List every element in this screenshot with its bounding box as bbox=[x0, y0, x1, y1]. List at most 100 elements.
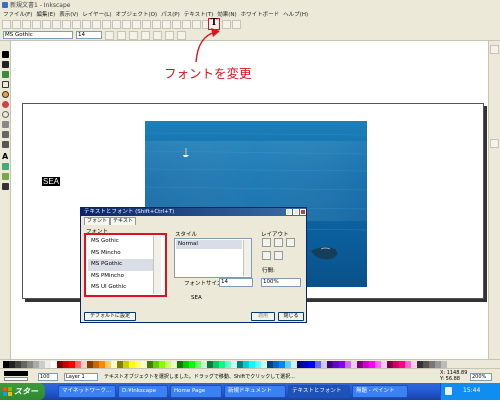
snap-controls-bar bbox=[488, 41, 500, 359]
taskbar-button[interactable]: D:¥Inkscape bbox=[118, 385, 168, 398]
dropper-tool-icon[interactable] bbox=[2, 183, 9, 190]
zoom-tool-icon[interactable] bbox=[2, 71, 9, 78]
align-center-icon[interactable] bbox=[274, 238, 283, 247]
zoom-page-icon[interactable] bbox=[132, 19, 141, 29]
bold-icon[interactable] bbox=[141, 30, 150, 40]
menu-text[interactable]: テキスト(T) bbox=[184, 10, 214, 18]
line-spacing-select[interactable]: 100% bbox=[261, 278, 301, 287]
taskbar-button-active[interactable]: テキストとフォント bbox=[288, 385, 350, 398]
font-size-combo[interactable]: 14 bbox=[76, 31, 102, 39]
cut-icon[interactable] bbox=[92, 19, 101, 29]
menu-object[interactable]: オブジェクト(O) bbox=[116, 10, 158, 18]
text-tool-icon[interactable]: A bbox=[2, 153, 9, 161]
scrollbar-thumb[interactable] bbox=[490, 139, 499, 148]
star-tool-icon[interactable] bbox=[2, 101, 9, 108]
font-item[interactable]: MS Gothic bbox=[88, 236, 154, 248]
print-icon[interactable] bbox=[32, 19, 41, 29]
start-button[interactable]: スタート bbox=[0, 383, 45, 413]
italic-icon[interactable] bbox=[153, 30, 162, 40]
font-item[interactable]: MS Mincho bbox=[88, 248, 154, 260]
redo-icon[interactable] bbox=[72, 19, 81, 29]
paste-icon[interactable] bbox=[102, 19, 111, 29]
menu-effects[interactable]: 効果(N) bbox=[217, 10, 236, 18]
close-icon[interactable] bbox=[300, 209, 306, 215]
zoom-field[interactable]: 200% bbox=[470, 373, 492, 381]
layer-select[interactable]: Layer 1 bbox=[64, 373, 98, 381]
tab-font[interactable]: フォント bbox=[84, 217, 111, 225]
menu-file[interactable]: ファイル(F) bbox=[3, 10, 32, 18]
font-family-combo[interactable]: MS Gothic bbox=[3, 31, 73, 39]
menu-view[interactable]: 表示(V) bbox=[59, 10, 78, 18]
start-label: スタート bbox=[14, 387, 38, 413]
taskbar-button[interactable]: マイネットワーク... bbox=[58, 385, 116, 398]
preferences-icon[interactable] bbox=[232, 20, 241, 29]
align-center-icon[interactable] bbox=[117, 30, 126, 40]
save-icon[interactable] bbox=[22, 19, 31, 29]
duplicate-icon[interactable] bbox=[142, 19, 151, 29]
clone-icon[interactable] bbox=[152, 19, 161, 29]
undo-icon[interactable] bbox=[62, 19, 71, 29]
zoom-drawing-icon[interactable] bbox=[122, 19, 131, 29]
spiral-tool-icon[interactable] bbox=[2, 111, 9, 118]
stroke-indicator[interactable] bbox=[4, 377, 28, 381]
export-icon[interactable] bbox=[52, 19, 61, 29]
align-right-icon[interactable] bbox=[286, 238, 295, 247]
opacity-field[interactable]: 100 bbox=[38, 373, 58, 381]
maximize-icon[interactable] bbox=[293, 209, 299, 215]
unlink-clone-icon[interactable] bbox=[162, 19, 171, 29]
horizontal-text-icon[interactable] bbox=[262, 251, 271, 260]
fill-indicator[interactable] bbox=[4, 371, 28, 376]
taskbar-button[interactable]: 無題 - ペイント bbox=[352, 385, 408, 398]
annotation-label: フォントを変更 bbox=[164, 66, 252, 81]
horizontal-text-icon[interactable] bbox=[165, 30, 174, 40]
menu-path[interactable]: パス(P) bbox=[161, 10, 180, 18]
font-item[interactable]: MS UI Gothic bbox=[88, 282, 154, 294]
apply-button[interactable]: 適用 bbox=[251, 312, 275, 321]
calligraphy-tool-icon[interactable] bbox=[2, 141, 9, 148]
style-list[interactable]: Normal bbox=[174, 238, 252, 278]
rect-tool-icon[interactable] bbox=[2, 81, 9, 88]
font-size-select[interactable]: 14 bbox=[219, 278, 253, 287]
tab-text[interactable]: テキスト bbox=[110, 217, 136, 225]
volume-icon[interactable] bbox=[445, 387, 452, 395]
group-icon[interactable] bbox=[172, 19, 181, 29]
close-button[interactable]: 閉じる bbox=[278, 312, 304, 321]
minimize-icon[interactable] bbox=[286, 209, 292, 215]
menu-help[interactable]: ヘルプ(H) bbox=[283, 10, 308, 18]
pen-tool-icon[interactable] bbox=[2, 131, 9, 138]
node-tool-icon[interactable] bbox=[2, 61, 9, 68]
new-doc-icon[interactable] bbox=[2, 19, 11, 29]
gradient-tool-icon[interactable] bbox=[2, 173, 9, 180]
sea-text-object[interactable]: SEA bbox=[42, 177, 61, 186]
layout-group-label: レイアウト bbox=[261, 232, 289, 238]
import-icon[interactable] bbox=[42, 19, 51, 29]
taskbar-button[interactable]: 新規ドキュメント bbox=[224, 385, 286, 398]
menu-layer[interactable]: レイヤー(L) bbox=[82, 10, 111, 18]
menu-edit[interactable]: 編集(E) bbox=[36, 10, 55, 18]
font-list-items: MS Gothic MS Mincho MS PGothic MS PMinch… bbox=[88, 236, 154, 294]
snap-icon[interactable] bbox=[490, 45, 499, 54]
align-left-icon[interactable] bbox=[105, 30, 114, 40]
align-right-icon[interactable] bbox=[129, 30, 138, 40]
font-list[interactable]: MS Gothic MS Mincho MS PGothic MS PMinch… bbox=[84, 233, 167, 297]
clock[interactable]: 15:44 bbox=[463, 387, 480, 394]
copy-icon[interactable] bbox=[82, 19, 91, 29]
connector-tool-icon[interactable] bbox=[2, 163, 9, 170]
font-item-selected[interactable]: MS PGothic bbox=[88, 259, 154, 271]
menu-whiteboard[interactable]: ホワイトボード bbox=[241, 10, 280, 18]
style-list-scrollbar[interactable] bbox=[243, 240, 251, 276]
vertical-text-icon[interactable] bbox=[274, 251, 283, 260]
style-item-selected[interactable]: Normal bbox=[176, 240, 242, 249]
vertical-text-icon[interactable] bbox=[177, 30, 186, 40]
font-list-scrollbar[interactable] bbox=[153, 236, 161, 294]
font-item[interactable]: MS PMincho bbox=[88, 271, 154, 283]
taskbar-button[interactable]: Home Page bbox=[170, 385, 222, 398]
align-left-icon[interactable] bbox=[262, 238, 271, 247]
selector-tool-icon[interactable] bbox=[2, 51, 9, 58]
set-default-button[interactable]: デフォルトに設定 bbox=[84, 312, 136, 321]
color-swatch[interactable] bbox=[441, 360, 447, 368]
open-icon[interactable] bbox=[12, 19, 21, 29]
ellipse-tool-icon[interactable] bbox=[2, 91, 9, 98]
zoom-selection-icon[interactable] bbox=[112, 19, 121, 29]
pencil-tool-icon[interactable] bbox=[2, 121, 9, 128]
